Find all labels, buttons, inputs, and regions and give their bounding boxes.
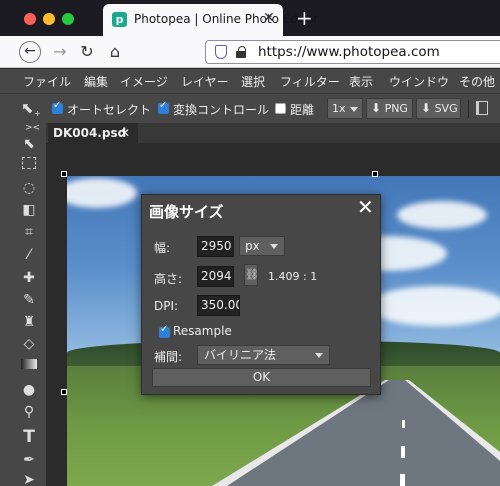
home-icon[interactable]: ⌂ [104, 41, 126, 63]
menu-layer[interactable]: レイヤー [181, 73, 229, 90]
type-tool-icon[interactable]: T [20, 428, 38, 446]
download-icon: ⬇ [371, 101, 382, 115]
menu-select[interactable]: 選択 [241, 73, 265, 90]
export-scale-value: 1x [332, 102, 346, 115]
forward-arrow-icon[interactable]: → [49, 41, 71, 63]
auto-select-label[interactable]: オートセレクト [67, 101, 151, 118]
distance-label[interactable]: 距離 [290, 101, 314, 118]
export-png-button[interactable]: ⬇ PNG [366, 98, 413, 119]
document-tab[interactable]: DK004.psd ✕ [48, 123, 138, 143]
browser-tab-bar: p Photopea | Online Photo Editor ✕ + [0, 0, 500, 36]
close-window-button[interactable] [24, 13, 36, 25]
download-icon: ⬇ [421, 101, 432, 115]
blur-tool-icon[interactable]: ● [20, 381, 38, 399]
menu-window[interactable]: ウインドウ [389, 73, 449, 90]
address-bar[interactable]: https://www.photopea.com [205, 40, 500, 64]
lock-icon[interactable] [236, 46, 246, 58]
lane-dash [401, 446, 405, 458]
clone-stamp-tool-icon[interactable]: ♜ [20, 313, 38, 331]
collapse-arrows-icon[interactable]: >< [25, 123, 40, 133]
move-tool-icon[interactable]: ⬉ [21, 99, 34, 117]
export-svg-label: SVG [434, 102, 458, 115]
unit-select[interactable]: px [239, 236, 285, 256]
document-tabs: DK004.psd ✕ [46, 123, 500, 143]
pen-tool-icon[interactable]: ✒ [20, 451, 38, 469]
menu-bar: ファイル 編集 イメージ レイヤー 選択 フィルター 表示 ウインドウ その他 [0, 69, 500, 93]
menu-file[interactable]: ファイル [23, 73, 71, 90]
tab-close-icon[interactable]: ✕ [263, 10, 275, 26]
export-scale-select[interactable]: 1x [327, 98, 363, 119]
width-label: 幅: [154, 241, 171, 255]
options-bar: ⬉ + オートセレクト 変換コントロール 距離 1x ⬇ PNG ⬇ SVG [0, 93, 500, 123]
resample-checkbox[interactable] [159, 324, 170, 338]
tools-panel: >< ⬉ ◌ ◧ ⌗ ⁄ ✚ ✎ ♜ ◇ ● ⚲ T ✒ ➤ [0, 123, 46, 486]
dpi-label: DPI: [154, 299, 179, 313]
align-icon[interactable] [476, 101, 488, 115]
chevron-down-icon [270, 244, 278, 249]
menu-view[interactable]: 表示 [349, 73, 373, 90]
interpolation-label: 補間: [154, 350, 183, 364]
lane-dash [402, 420, 405, 428]
dialog-title: 画像サイズ [149, 203, 224, 221]
lasso-tool-icon[interactable]: ◌ [20, 179, 38, 197]
move-tool-plus-icon: + [34, 109, 41, 118]
crop-tool-icon[interactable]: ⌗ [20, 223, 38, 241]
menu-more[interactable]: その他 [459, 73, 495, 90]
transform-controls-checkbox[interactable] [158, 100, 169, 114]
transform-controls-label[interactable]: 変換コントロール [173, 101, 269, 118]
transform-handle[interactable] [372, 171, 378, 177]
image-size-dialog: 画像サイズ ✕ 幅: 2950 px 高さ: 2094 ⛓ 1.409 : 1 … [141, 194, 381, 395]
aspect-ratio-text: 1.409 : 1 [268, 270, 318, 283]
link-chain-icon[interactable]: ⛓ [244, 264, 259, 286]
auto-select-checkbox[interactable] [52, 100, 63, 114]
menu-filter[interactable]: フィルター [280, 73, 340, 90]
chevron-down-icon [350, 107, 358, 112]
healing-brush-tool-icon[interactable]: ✚ [20, 269, 38, 287]
dodge-tool-icon[interactable]: ⚲ [20, 403, 38, 421]
menu-image[interactable]: イメージ [120, 73, 168, 90]
export-png-label: PNG [384, 102, 408, 115]
maximize-window-button[interactable] [62, 13, 74, 25]
divider [468, 100, 469, 118]
height-label: 高さ: [154, 272, 183, 286]
close-document-icon[interactable]: ✕ [120, 123, 130, 143]
width-input[interactable]: 2950 [197, 236, 234, 257]
browser-nav-bar: ← → ↻ ⌂ https://www.photopea.com [0, 36, 500, 68]
minimize-window-button[interactable] [43, 13, 55, 25]
close-icon[interactable]: ✕ [357, 195, 374, 219]
eraser-tool-icon[interactable]: ◇ [20, 335, 38, 353]
tab-title: Photopea | Online Photo Editor [134, 12, 319, 26]
tracking-shield-icon[interactable] [215, 45, 227, 59]
height-input[interactable]: 2094 [197, 266, 234, 287]
brush-tool-icon[interactable]: ✎ [20, 291, 38, 309]
document-tab-name: DK004.psd [53, 126, 127, 140]
interpolation-select[interactable]: バイリニア法 [197, 345, 330, 365]
chevron-down-icon [315, 353, 323, 358]
export-svg-button[interactable]: ⬇ SVG [416, 98, 461, 119]
marquee-tool-icon[interactable] [22, 157, 36, 169]
eyedropper-tool-icon[interactable]: ⁄ [20, 246, 38, 264]
transform-handle[interactable] [61, 389, 67, 395]
road-surface [212, 380, 500, 486]
unit-select-value: px [245, 239, 260, 253]
transform-handle[interactable] [61, 171, 67, 177]
ok-button[interactable]: OK [152, 368, 371, 387]
gradient-tool-icon[interactable] [21, 359, 37, 369]
resample-label[interactable]: Resample [173, 324, 232, 338]
path-select-tool-icon[interactable]: ➤ [20, 471, 38, 486]
new-tab-button[interactable]: + [296, 6, 313, 30]
menu-edit[interactable]: 編集 [84, 73, 108, 90]
reload-icon[interactable]: ↻ [76, 41, 98, 63]
photopea-favicon-icon: p [112, 12, 127, 27]
distance-checkbox[interactable] [275, 103, 286, 114]
back-arrow-icon[interactable]: ← [19, 41, 41, 63]
move-tool-icon[interactable]: ⬉ [20, 135, 38, 153]
dpi-input[interactable]: 350.000 [197, 295, 240, 316]
quick-select-tool-icon[interactable]: ◧ [20, 201, 38, 219]
url-text[interactable]: https://www.photopea.com [258, 44, 440, 60]
lane-dash [400, 474, 405, 486]
interpolation-value: バイリニア法 [204, 348, 277, 362]
browser-tab-photopea[interactable]: p Photopea | Online Photo Editor ✕ [103, 4, 318, 36]
